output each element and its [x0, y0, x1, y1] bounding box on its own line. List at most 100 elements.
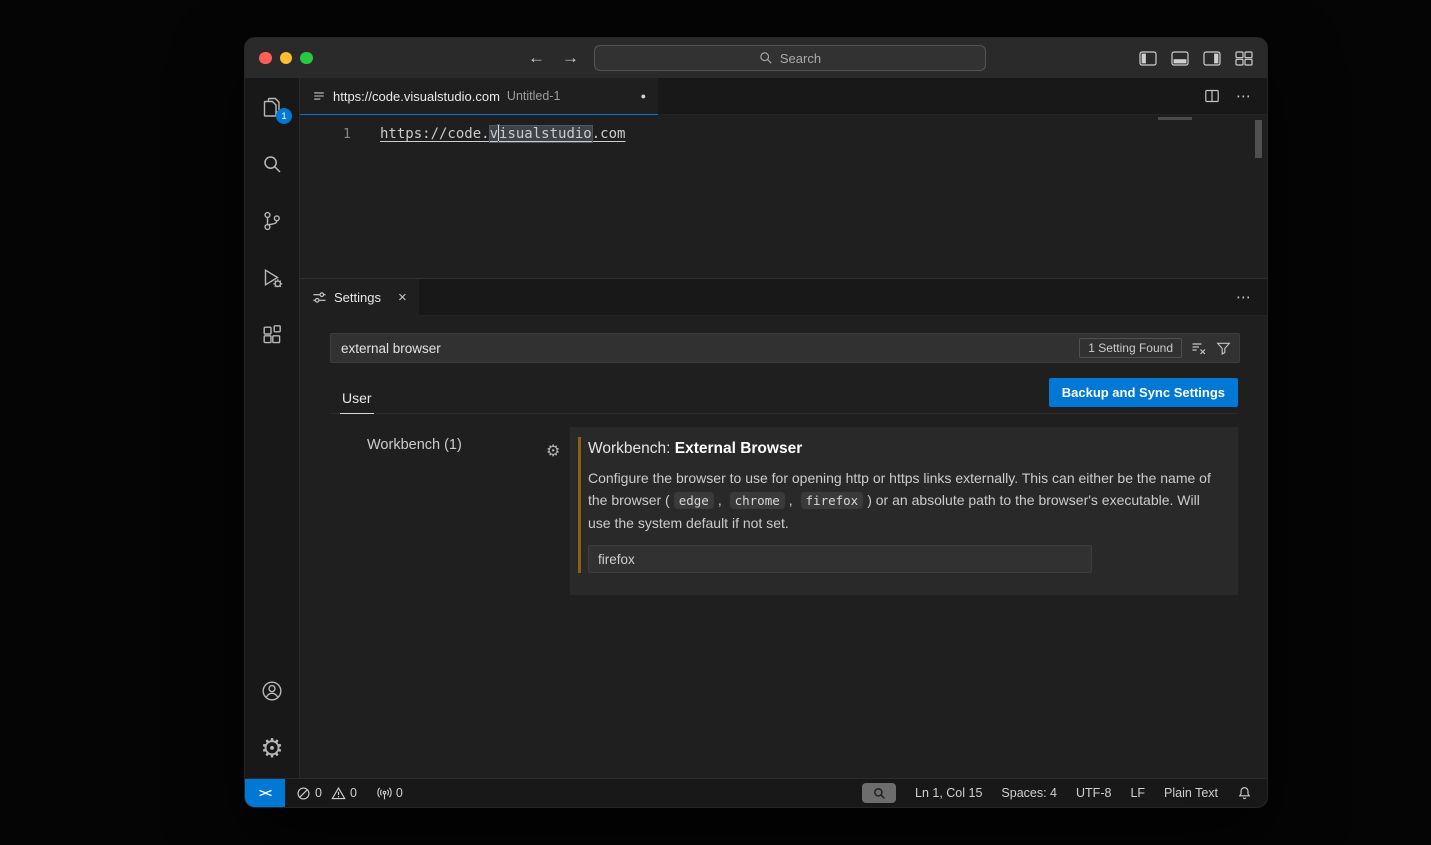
errors-item: 0: [296, 786, 322, 801]
tab-untitled-1[interactable]: https://code.visualstudio.com Untitled-1…: [300, 78, 658, 115]
file-lines-icon: [312, 89, 326, 103]
setting-gear-icon[interactable]: ⚙: [546, 441, 560, 461]
search-icon: [260, 152, 284, 176]
zoom-status-item[interactable]: [862, 783, 896, 803]
setting-description: Configure the browser to use for opening…: [588, 467, 1213, 534]
zoom-window-button[interactable]: [300, 52, 313, 65]
clear-search-icon[interactable]: [1191, 340, 1207, 356]
radio-tower-icon: [377, 786, 392, 801]
sidebar-item-explorer[interactable]: 1: [259, 95, 285, 119]
settings-editor: 1 Setting Found User Backup and Sync Set…: [300, 316, 1267, 778]
manage-button[interactable]: ⚙: [259, 736, 285, 760]
activity-bar-bottom: ⚙: [259, 679, 285, 760]
more-actions-icon[interactable]: ⋯: [1236, 288, 1252, 306]
problems-status[interactable]: 0 0: [296, 786, 357, 801]
warning-icon: [331, 786, 346, 801]
gear-icon: ⚙: [260, 736, 283, 760]
desc-sep: ,: [789, 492, 797, 508]
setting-row-external-browser: ⚙ Workbench: External Browser Configure …: [570, 427, 1238, 595]
account-button[interactable]: [259, 679, 285, 703]
code-word-rest: isualstudio: [499, 126, 592, 142]
eol-status[interactable]: LF: [1130, 786, 1145, 800]
code-pre: https://code.: [380, 126, 490, 142]
traffic-lights: [245, 52, 313, 65]
settings-main: Workbench (1) ⚙ Workbench: External Brow…: [300, 427, 1267, 778]
status-bar: >< 0 0 0: [245, 778, 1267, 807]
text-editor[interactable]: 1 https://code.visualstudio.com: [300, 115, 1267, 278]
indentation-status[interactable]: Spaces: 4: [1001, 786, 1057, 800]
sidebar-item-search[interactable]: [259, 152, 285, 176]
tab-detail: Untitled-1: [507, 89, 561, 103]
minimap-line: [1158, 117, 1192, 120]
notifications-bell-icon[interactable]: [1237, 786, 1252, 801]
toggle-panel-icon[interactable]: [1171, 51, 1189, 66]
code-post: .com: [592, 126, 626, 142]
extensions-icon: [260, 323, 284, 347]
tab-title: https://code.visualstudio.com: [333, 89, 500, 104]
history-nav: ← →: [528, 38, 579, 78]
magnifier-icon: [873, 787, 886, 800]
settings-toc: Workbench (1): [300, 427, 541, 778]
errors-count: 0: [315, 786, 322, 800]
code-line: 1 https://code.visualstudio.com: [300, 124, 1267, 143]
ports-status[interactable]: 0: [377, 786, 403, 801]
language-mode[interactable]: Plain Text: [1164, 786, 1218, 800]
scope-tab-user[interactable]: User: [340, 384, 374, 414]
filter-icon[interactable]: [1216, 341, 1231, 356]
modified-dot-icon[interactable]: ●: [641, 91, 646, 101]
code-text: https://code.visualstudio.com: [380, 125, 625, 142]
settings-sliders-icon: [312, 290, 327, 305]
top-tabbar: https://code.visualstudio.com Untitled-1…: [300, 78, 1267, 115]
remote-indicator[interactable]: ><: [245, 779, 285, 807]
settings-search-box: 1 Setting Found: [330, 333, 1240, 363]
editor-group-top: https://code.visualstudio.com Untitled-1…: [300, 78, 1267, 278]
desktop-background: ← → Search 1: [0, 0, 1431, 845]
settings-content: ⚙ Workbench: External Browser Configure …: [541, 427, 1267, 778]
settings-search-input[interactable]: [333, 341, 1079, 356]
command-center-search[interactable]: Search: [594, 45, 986, 71]
customize-layout-icon[interactable]: [1235, 51, 1253, 66]
editor-group-settings: Settings × ⋯ 1 Setting Found: [300, 278, 1267, 778]
search-actions: [1191, 340, 1231, 356]
run-debug-icon: [260, 266, 284, 290]
code-cursor-left: v: [490, 126, 498, 142]
split-editor-icon[interactable]: [1204, 88, 1220, 104]
error-icon: [296, 786, 311, 801]
explorer-badge: 1: [276, 108, 292, 124]
minimize-window-button[interactable]: [280, 52, 293, 65]
editor-scrollbar[interactable]: [1255, 120, 1262, 158]
setting-category: Workbench:: [588, 440, 675, 457]
editor-groups: https://code.visualstudio.com Untitled-1…: [300, 78, 1267, 778]
modified-indicator: [578, 437, 581, 573]
backup-sync-button[interactable]: Backup and Sync Settings: [1049, 378, 1238, 407]
close-window-button[interactable]: [259, 52, 272, 65]
titlebar: ← → Search: [245, 38, 1267, 78]
toc-item-workbench[interactable]: Workbench (1): [367, 437, 462, 453]
forward-icon[interactable]: →: [562, 48, 579, 68]
warnings-count: 0: [350, 786, 357, 800]
account-icon: [260, 679, 284, 703]
settings-scope-bar: User Backup and Sync Settings: [330, 378, 1238, 414]
back-icon[interactable]: ←: [528, 48, 545, 68]
code-option-firefox: firefox: [801, 492, 864, 509]
external-browser-value-input[interactable]: [588, 545, 1092, 573]
word-highlight: visualstudio: [490, 126, 592, 142]
toggle-sidebar-right-icon[interactable]: [1203, 51, 1221, 66]
source-control-icon: [260, 209, 284, 233]
cursor-position[interactable]: Ln 1, Col 15: [915, 786, 982, 800]
sidebar-item-extensions[interactable]: [259, 323, 285, 347]
toggle-sidebar-left-icon[interactable]: [1139, 51, 1157, 66]
code-option-chrome: chrome: [730, 492, 785, 509]
more-actions-icon[interactable]: ⋯: [1236, 87, 1252, 105]
close-tab-icon[interactable]: ×: [398, 290, 407, 305]
tab-settings[interactable]: Settings ×: [300, 279, 419, 316]
sidebar-item-run-debug[interactable]: [259, 266, 285, 290]
desc-sep: ,: [718, 492, 726, 508]
vscode-window: ← → Search 1: [245, 38, 1267, 807]
sidebar-item-source-control[interactable]: [259, 209, 285, 233]
settings-tab-actions: ⋯: [1236, 279, 1267, 315]
tab-title: Settings: [334, 290, 381, 305]
encoding-status[interactable]: UTF-8: [1076, 786, 1111, 800]
line-number: 1: [300, 126, 351, 142]
settings-tabbar: Settings × ⋯: [300, 279, 1267, 316]
